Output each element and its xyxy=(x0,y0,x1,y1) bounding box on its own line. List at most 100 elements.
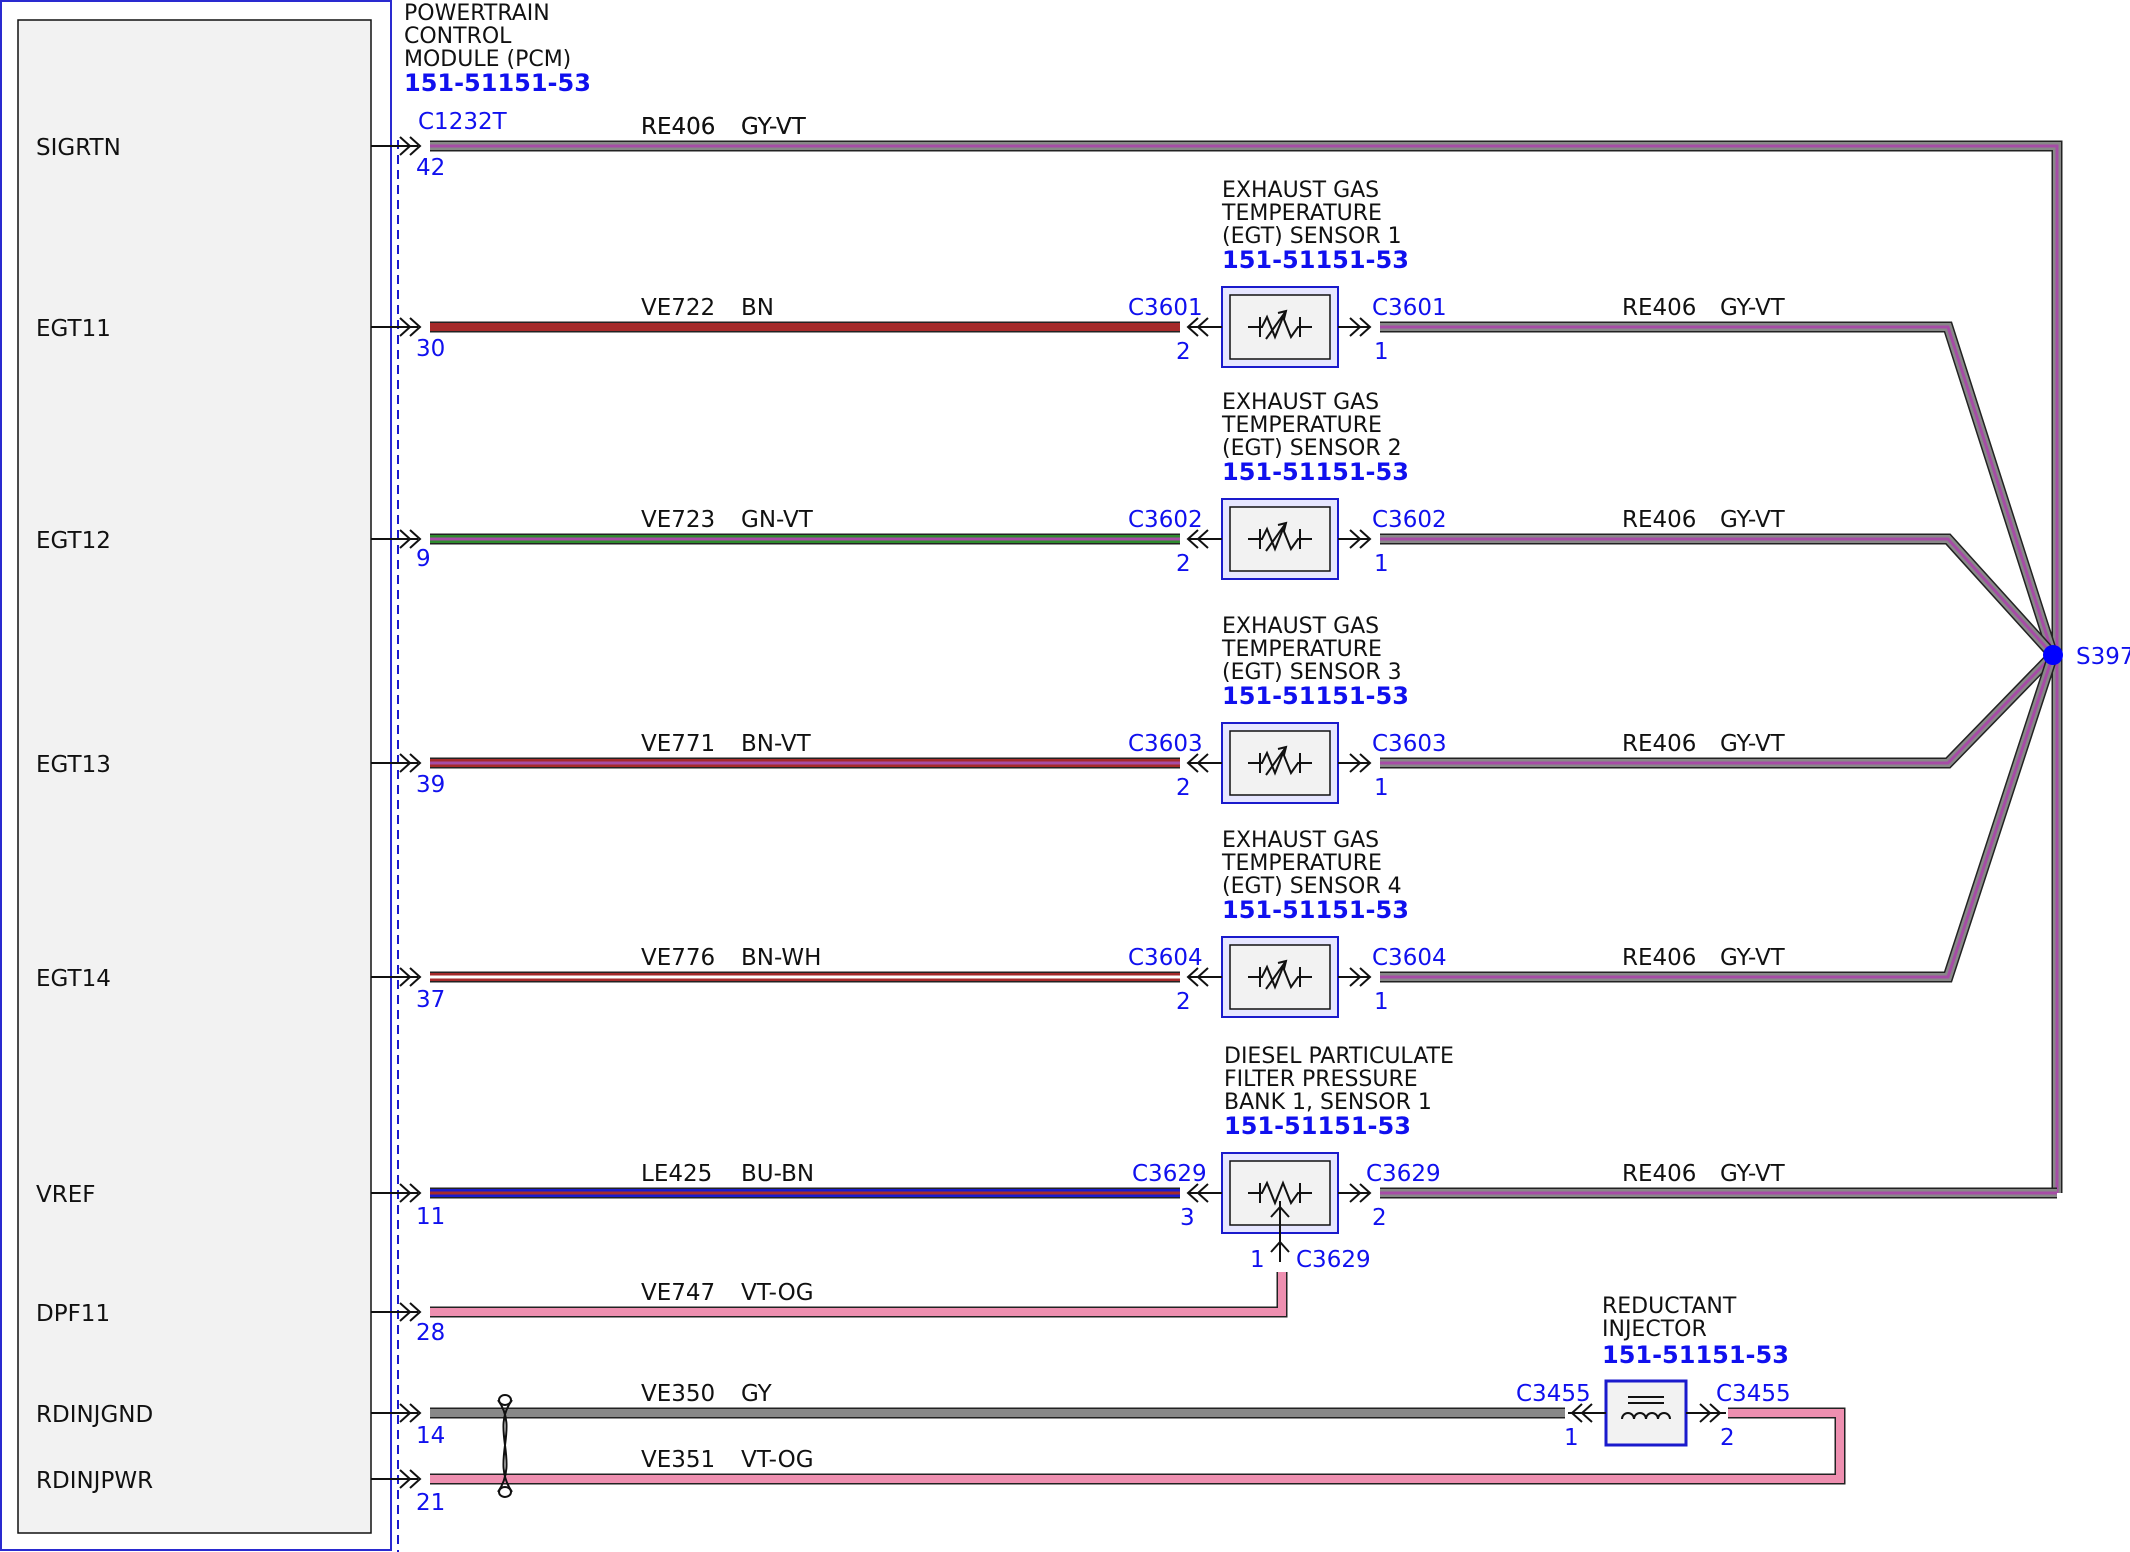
circuit-number: VE723 xyxy=(641,507,715,533)
sensor-ref[interactable]: 151-51151-53 xyxy=(1222,246,1409,274)
pin-number: 14 xyxy=(416,1423,445,1449)
connector-label[interactable]: C3629 xyxy=(1132,1161,1207,1187)
connector-label[interactable]: C3602 xyxy=(1372,507,1447,533)
sensor-title: DIESEL PARTICULATE FILTER PRESSURE BANK 1,… xyxy=(1224,1044,1454,1115)
wire-color-code: BN-WH xyxy=(741,945,821,971)
wire-return-2[interactable] xyxy=(1380,533,2058,659)
pin-number: 1 xyxy=(1374,775,1389,801)
pcm-connector-label[interactable]: C1232T xyxy=(418,109,508,135)
pin-number: 39 xyxy=(416,772,445,798)
pcm-title: POWERTRAIN CONTROL MODULE (PCM) xyxy=(404,1,571,72)
signal-name: RDINJPWR xyxy=(36,1468,153,1494)
wire-color-code: GY-VT xyxy=(1720,295,1786,321)
signal-name: EGT11 xyxy=(36,316,111,342)
circuit-number: RE406 xyxy=(1622,295,1696,321)
connector-label[interactable]: C3604 xyxy=(1372,945,1447,971)
pin-number: 11 xyxy=(416,1204,445,1230)
connector-label[interactable]: C3601 xyxy=(1128,295,1203,321)
egt-sensor-4[interactable]: EXHAUST GAS TEMPERATURE (EGT) SENSOR 4151-… xyxy=(1128,828,1447,1018)
wire-color-code: BU-BN xyxy=(741,1161,814,1187)
reductant-injector[interactable]: REDUCTANT INJECTOR151-51151-53 C3455 C3455 1… xyxy=(1516,1294,1791,1451)
wire-color-code: BN xyxy=(741,295,774,321)
pin-number: 2 xyxy=(1372,1205,1387,1231)
injector-title: REDUCTANT INJECTOR xyxy=(1602,1294,1737,1342)
connector-label[interactable]: C3604 xyxy=(1128,945,1203,971)
connector-label[interactable]: C3603 xyxy=(1372,731,1447,757)
signal-name: EGT12 xyxy=(36,528,111,554)
pin-number: 3 xyxy=(1180,1205,1195,1231)
egt-sensor-2[interactable]: EXHAUST GAS TEMPERATURE (EGT) SENSOR 2151-… xyxy=(1128,390,1447,580)
circuit-number: RE406 xyxy=(641,114,715,140)
wire-dpf11[interactable] xyxy=(430,1272,1288,1318)
splice-point[interactable] xyxy=(2043,645,2063,665)
pin-number: 2 xyxy=(1176,775,1191,801)
sensor-ref[interactable]: 151-51151-53 xyxy=(1224,1112,1411,1140)
pin-number: 42 xyxy=(416,155,445,181)
connector-label[interactable]: C3601 xyxy=(1372,295,1447,321)
wire-return-1[interactable] xyxy=(1380,321,2059,657)
connector-label[interactable]: C3602 xyxy=(1128,507,1203,533)
wire-color-code: GY-VT xyxy=(1720,1161,1786,1187)
circuit-number: RE406 xyxy=(1622,945,1696,971)
pin-number: 1 xyxy=(1374,339,1389,365)
signal-name: RDINJGND xyxy=(36,1402,153,1428)
egt-sensor-3[interactable]: EXHAUST GAS TEMPERATURE (EGT) SENSOR 3151-… xyxy=(1128,614,1447,804)
signal-name: VREF xyxy=(36,1182,95,1208)
pin-number: 1 xyxy=(1564,1425,1579,1451)
circuit-number: VE350 xyxy=(641,1381,715,1407)
signal-name: DPF11 xyxy=(36,1301,110,1327)
connector-label[interactable]: C3629 xyxy=(1366,1161,1441,1187)
sensor-ref[interactable]: 151-51151-53 xyxy=(1222,896,1409,924)
wire-color-code: GY-VT xyxy=(1720,945,1786,971)
circuit-number: VE351 xyxy=(641,1447,715,1473)
wire-color-code: VT-OG xyxy=(741,1447,814,1473)
wire-color-code: BN-VT xyxy=(741,731,812,757)
injector-ref[interactable]: 151-51151-53 xyxy=(1602,1341,1789,1369)
wire-color-code: GY-VT xyxy=(741,114,807,140)
sensor-group: EXHAUST GAS TEMPERATURE (EGT) SENSOR 1151-… xyxy=(1128,178,1791,1451)
pin-number: 2 xyxy=(1176,339,1191,365)
wire-return-4[interactable] xyxy=(1380,653,2059,983)
wire-color-code: GY-VT xyxy=(1720,731,1786,757)
sensor-ref[interactable]: 151-51151-53 xyxy=(1222,682,1409,710)
dpf-pressure-sensor[interactable]: DIESEL PARTICULATE FILTER PRESSURE BANK 1,… xyxy=(1132,1044,1454,1273)
circuit-number: VE722 xyxy=(641,295,715,321)
circuit-number: VE747 xyxy=(641,1280,715,1306)
wire-color-code: GY-VT xyxy=(1720,507,1786,533)
pin-number: 21 xyxy=(416,1490,445,1516)
wire-return-3[interactable] xyxy=(1380,651,2057,769)
pin-number: 1 xyxy=(1374,989,1389,1015)
sensor-title: EXHAUST GAS TEMPERATURE (EGT) SENSOR 3 xyxy=(1221,614,1402,685)
pin-number: 2 xyxy=(1720,1425,1735,1451)
pin-number: 28 xyxy=(416,1320,445,1346)
circuit-number: RE406 xyxy=(1622,731,1696,757)
splice-label: S397 xyxy=(2076,644,2130,670)
injector-box xyxy=(1604,1379,1688,1447)
wiring-diagram: POWERTRAIN CONTROL MODULE (PCM) 151-5115… xyxy=(0,0,2130,1552)
connector-label[interactable]: C3603 xyxy=(1128,731,1203,757)
circuit-number: VE776 xyxy=(641,945,715,971)
signal-name: SIGRTN xyxy=(36,135,121,161)
connector-label[interactable]: C3629 xyxy=(1296,1247,1371,1273)
connector-label[interactable]: C3455 xyxy=(1716,1381,1791,1407)
pin-number: 2 xyxy=(1176,989,1191,1015)
pin-number: 1 xyxy=(1250,1247,1265,1273)
wire-color-code: GY xyxy=(741,1381,773,1407)
pcm-ref[interactable]: 151-51151-53 xyxy=(404,69,591,97)
egt-sensor-1[interactable]: EXHAUST GAS TEMPERATURE (EGT) SENSOR 1151-… xyxy=(1128,178,1447,368)
sensor-ref[interactable]: 151-51151-53 xyxy=(1222,458,1409,486)
sensor-title: EXHAUST GAS TEMPERATURE (EGT) SENSOR 2 xyxy=(1221,390,1402,461)
circuit-number: LE425 xyxy=(641,1161,712,1187)
pin-number: 2 xyxy=(1176,551,1191,577)
signal-name: EGT13 xyxy=(36,752,111,778)
wire-color-code: VT-OG xyxy=(741,1280,814,1306)
circuit-number: RE406 xyxy=(1622,507,1696,533)
circuit-number: RE406 xyxy=(1622,1161,1696,1187)
connector-label[interactable]: C3455 xyxy=(1516,1381,1591,1407)
pin-number: 37 xyxy=(416,987,445,1013)
wire-color-code: GN-VT xyxy=(741,507,814,533)
signal-name: EGT14 xyxy=(36,966,111,992)
pin-number: 30 xyxy=(416,336,445,362)
circuit-number: VE771 xyxy=(641,731,715,757)
sensor-title: EXHAUST GAS TEMPERATURE (EGT) SENSOR 1 xyxy=(1221,178,1402,249)
